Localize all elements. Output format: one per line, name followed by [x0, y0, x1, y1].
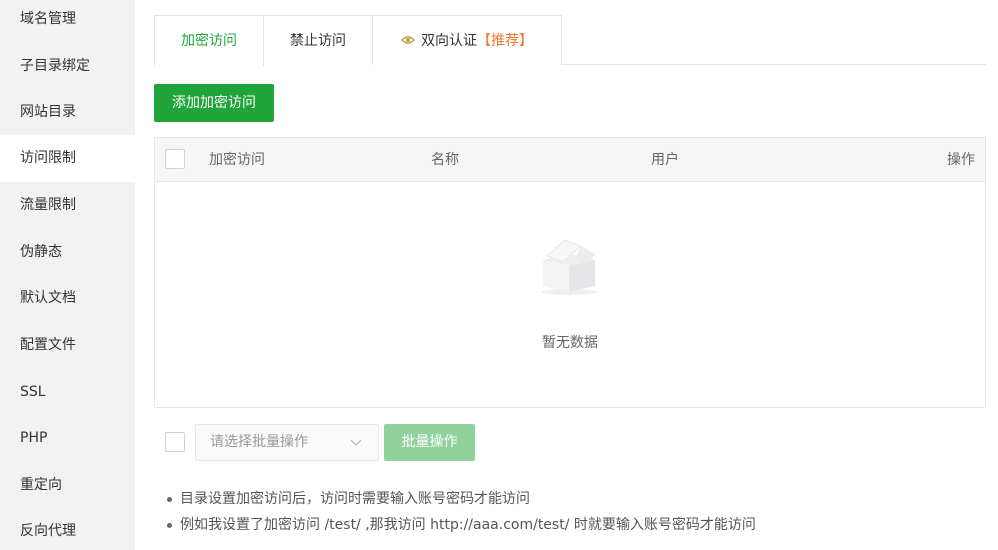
sidebar-item-rewrite[interactable]: 伪静态	[0, 229, 135, 276]
sidebar: 域名管理 子目录绑定 网站目录 访问限制 流量限制 伪静态 默认文档 配置文件 …	[0, 0, 135, 550]
sidebar-item-reverse-proxy[interactable]: 反向代理	[0, 508, 135, 550]
column-header-actions: 操作	[947, 152, 975, 168]
tip-item: 目录设置加密访问后，访问时需要输入账号密码才能访问	[165, 486, 756, 512]
sidebar-item-php[interactable]: PHP	[0, 415, 135, 462]
sidebar-item-traffic-limit[interactable]: 流量限制	[0, 182, 135, 229]
empty-text: 暂无数据	[542, 335, 598, 351]
sidebar-item-access-limit[interactable]: 访问限制	[0, 135, 135, 182]
encrypted-access-table: 加密访问 名称 用户 操作 暂无数据	[154, 137, 986, 408]
help-tips: 目录设置加密访问后，访问时需要输入账号密码才能访问 例如我设置了加密访问 /te…	[165, 486, 756, 538]
batch-operation-select[interactable]: 请选择批量操作	[195, 424, 379, 461]
tip-item: 例如我设置了加密访问 /test/ ,那我访问 http://aaa.com/t…	[165, 512, 756, 538]
batch-select-checkbox[interactable]	[165, 432, 185, 452]
tab-forbidden-access[interactable]: 禁止访问	[263, 15, 373, 65]
sidebar-item-subdir-binding[interactable]: 子目录绑定	[0, 43, 135, 90]
add-encrypted-access-button[interactable]: 添加加密访问	[154, 84, 274, 122]
sidebar-item-config-file[interactable]: 配置文件	[0, 322, 135, 369]
sidebar-item-redirect[interactable]: 重定向	[0, 462, 135, 509]
batch-operation-button[interactable]: 批量操作	[384, 424, 475, 461]
select-all-checkbox[interactable]	[165, 149, 185, 169]
column-header-name: 名称	[431, 152, 459, 168]
main-panel: 加密访问 禁止访问 双向认证【推荐】 添加加密访问 加密访问 名称 用户 操作	[135, 0, 998, 550]
sidebar-item-domain[interactable]: 域名管理	[0, 0, 135, 43]
eye-icon	[401, 36, 415, 44]
column-header-user: 用户	[651, 152, 679, 168]
batch-operation-placeholder: 请选择批量操作	[210, 434, 308, 450]
empty-box-icon	[541, 239, 597, 295]
sidebar-item-ssl[interactable]: SSL	[0, 369, 135, 416]
tab-two-way-auth-label: 双向认证	[421, 33, 477, 49]
table-header: 加密访问 名称 用户 操作	[155, 138, 985, 182]
chevron-down-icon	[350, 439, 362, 446]
empty-state: 暂无数据	[155, 182, 985, 407]
tab-encrypted-access[interactable]: 加密访问	[154, 15, 264, 66]
sidebar-item-default-doc[interactable]: 默认文档	[0, 275, 135, 322]
recommend-badge: 【推荐】	[477, 33, 533, 49]
sidebar-item-site-dir[interactable]: 网站目录	[0, 89, 135, 136]
tab-two-way-auth[interactable]: 双向认证【推荐】	[372, 15, 562, 65]
column-header-encrypted-access: 加密访问	[209, 152, 265, 168]
tab-bar: 加密访问 禁止访问 双向认证【推荐】	[154, 15, 986, 66]
